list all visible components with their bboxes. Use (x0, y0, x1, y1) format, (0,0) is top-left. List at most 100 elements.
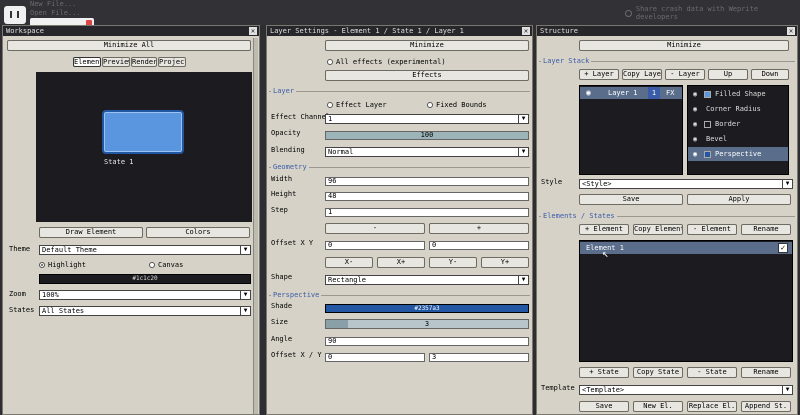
effect-row[interactable]: ◉ Corner Radius (688, 102, 788, 116)
replace-element-button[interactable]: Replace El. (687, 401, 737, 412)
radio-icon[interactable] (327, 59, 333, 65)
layer-row[interactable]: ◉ Layer 1 1 FX (580, 87, 682, 99)
draw-element-button[interactable]: Draw Element (39, 227, 143, 238)
template-save-button[interactable]: Save (579, 401, 629, 412)
rename-element-button[interactable]: Rename (741, 224, 791, 235)
y-minus-button[interactable]: Y- (429, 257, 477, 268)
effects-button[interactable]: Effects (325, 70, 529, 81)
workspace-scrollbar[interactable] (253, 38, 258, 414)
width-field[interactable]: 96 (325, 177, 529, 186)
effects-list[interactable]: ◉ Filled Shape ◉ Corner Radius ◉ Border ◉ Be… (687, 85, 789, 175)
close-icon[interactable]: ✕ (522, 27, 530, 35)
y-plus-button[interactable]: Y+ (481, 257, 529, 268)
add-element-button[interactable]: + Element (579, 224, 629, 235)
shade-color-swatch[interactable]: #2357a3 (325, 304, 529, 313)
eye-icon[interactable]: ◉ (693, 105, 697, 113)
style-select[interactable]: <Style> ▼ (579, 179, 793, 189)
effect-row[interactable]: ◉ Border (688, 117, 788, 131)
chevron-down-icon[interactable]: ▼ (518, 148, 528, 156)
height-field[interactable]: 48 (325, 192, 529, 201)
increment-button[interactable]: + (429, 223, 529, 234)
rename-state-button[interactable]: Rename (741, 367, 791, 378)
checkbox-icon[interactable]: ✓ (778, 243, 788, 253)
shape-select[interactable]: Rectangle ▼ (325, 275, 529, 285)
colors-button[interactable]: Colors (146, 227, 250, 238)
element-preview-shape[interactable] (102, 110, 184, 154)
copy-state-button[interactable]: Copy State (633, 367, 683, 378)
remove-layer-button[interactable]: - Layer (665, 69, 705, 80)
chevron-down-icon[interactable]: ▼ (518, 115, 528, 123)
minimize-all-button[interactable]: Minimize All (7, 40, 251, 51)
opacity-slider[interactable]: 100 (325, 131, 529, 140)
chevron-down-icon[interactable]: ▼ (240, 307, 250, 315)
canvas-radio[interactable]: Canvas (149, 261, 183, 269)
remove-element-button[interactable]: - Element (687, 224, 737, 235)
element-row[interactable]: Element 1 ✓ (580, 242, 792, 254)
radio-icon[interactable] (427, 102, 433, 108)
crash-data-toggle[interactable]: Share crash data with Weprite developers (625, 5, 800, 21)
step-field[interactable]: 1 (325, 208, 529, 217)
highlight-radio[interactable]: Highlight (39, 261, 86, 269)
perspective-offset-x-field[interactable]: 0 (325, 353, 425, 362)
remove-state-button[interactable]: - State (687, 367, 737, 378)
offset-y-field[interactable]: 0 (429, 241, 529, 250)
offset-x-field[interactable]: 0 (325, 241, 425, 250)
radio-icon[interactable] (327, 102, 333, 108)
element-preview-canvas[interactable]: State 1 (36, 72, 252, 222)
x-plus-button[interactable]: X+ (377, 257, 425, 268)
layer-down-button[interactable]: Down (751, 69, 789, 80)
effect-row-selected[interactable]: ◉ Perspective (688, 147, 788, 161)
layer-up-button[interactable]: Up (708, 69, 748, 80)
template-select[interactable]: <Template> ▼ (579, 385, 793, 395)
elements-list[interactable]: Element 1 ✓ ↖ (579, 240, 793, 362)
chevron-down-icon[interactable]: ▼ (240, 291, 250, 299)
effect-row[interactable]: ◉ Bevel (688, 132, 788, 146)
copy-element-button[interactable]: Copy Element (633, 224, 683, 235)
eye-icon[interactable]: ◉ (586, 88, 591, 97)
layer-list[interactable]: ◉ Layer 1 1 FX (579, 85, 683, 175)
x-minus-button[interactable]: X- (325, 257, 373, 268)
close-icon[interactable]: ✕ (787, 27, 795, 35)
effect-channel-select[interactable]: 1 ▼ (325, 114, 529, 124)
menu-new-file[interactable]: New File... (30, 0, 76, 8)
eye-icon[interactable]: ◉ (693, 150, 697, 158)
tab-project[interactable]: Project (158, 57, 186, 67)
minimize-button[interactable]: Minimize (579, 40, 789, 51)
close-icon[interactable]: ✕ (249, 27, 257, 35)
style-apply-button[interactable]: Apply (687, 194, 791, 205)
size-slider[interactable]: 3 (325, 319, 529, 329)
decrement-button[interactable]: - (325, 223, 425, 234)
append-state-button[interactable]: Append St. (741, 401, 791, 412)
minimize-button[interactable]: Minimize (325, 40, 529, 51)
tab-element[interactable]: Element (73, 57, 101, 67)
theme-select[interactable]: Default Theme ▼ (39, 245, 251, 255)
menu-open-file[interactable]: Open File... (30, 9, 81, 17)
blending-select[interactable]: Normal ▼ (325, 147, 529, 157)
radio-icon[interactable] (39, 262, 45, 268)
all-effects-radio[interactable]: All effects (experimental) (327, 58, 446, 66)
radio-icon[interactable] (149, 262, 155, 268)
effect-layer-radio[interactable]: Effect Layer (327, 101, 387, 109)
states-select[interactable]: All States ▼ (39, 306, 251, 316)
perspective-offset-y-field[interactable]: 3 (429, 353, 529, 362)
fx-badge[interactable]: FX (666, 89, 674, 97)
zoom-select[interactable]: 100% ▼ (39, 290, 251, 300)
color-swatch[interactable]: #1c1c20 (39, 274, 251, 284)
new-element-button[interactable]: New El. (633, 401, 683, 412)
add-state-button[interactable]: + State (579, 367, 629, 378)
chevron-down-icon[interactable]: ▼ (782, 180, 792, 188)
eye-icon[interactable]: ◉ (693, 120, 697, 128)
eye-icon[interactable]: ◉ (693, 135, 697, 143)
tab-render[interactable]: Render (131, 57, 157, 67)
style-save-button[interactable]: Save (579, 194, 683, 205)
chevron-down-icon[interactable]: ▼ (518, 276, 528, 284)
fixed-bounds-radio[interactable]: Fixed Bounds (427, 101, 487, 109)
effect-row[interactable]: ◉ Filled Shape (688, 87, 788, 101)
tab-preview[interactable]: Preview (102, 57, 130, 67)
chevron-down-icon[interactable]: ▼ (782, 386, 792, 394)
chevron-down-icon[interactable]: ▼ (240, 246, 250, 254)
eye-icon[interactable]: ◉ (693, 90, 697, 98)
add-layer-button[interactable]: + Layer (579, 69, 619, 80)
checkbox-icon[interactable] (625, 9, 632, 17)
angle-field[interactable]: 90 (325, 337, 529, 346)
